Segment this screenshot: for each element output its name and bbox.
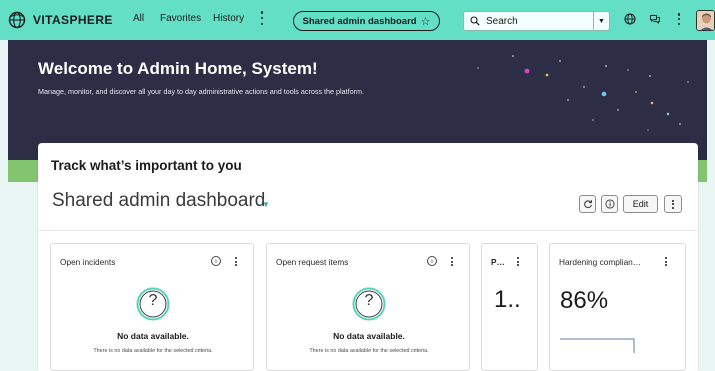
widget-truncated[interactable]: P… 1.. [481,243,538,371]
globe-leaf-logo-icon [8,11,26,29]
section-heading: Track what’s important to you [51,158,242,173]
search-icon [470,16,480,26]
widget-title: Open request items [276,257,349,267]
more-icon[interactable] [676,13,682,25]
nav-favorites[interactable]: Favorites [160,13,201,24]
top-nav: VITASPHERE All Favorites History Shared … [0,0,715,40]
info-icon [604,199,615,209]
question-mark-glyph: ? [364,292,374,309]
welcome-banner: Welcome to Admin Home, System! Manage, m… [8,40,707,160]
refresh-button[interactable] [579,195,596,213]
info-icon[interactable]: i [427,256,437,266]
info-icon[interactable]: i [211,256,221,266]
avatar[interactable] [696,10,715,31]
nav-history[interactable]: History [213,13,244,24]
refresh-icon [583,200,592,209]
dashboard-selector[interactable]: Shared admin dashboard [52,190,265,212]
divider [38,230,698,231]
widget-hardening-compliance[interactable]: Hardening complian… 86% [549,243,686,371]
widget-value: 86% [560,287,609,314]
avatar-image-icon [697,11,714,30]
widget-value: 1.. [494,286,521,313]
sparkline-trend-icon [560,338,635,353]
star-icon[interactable]: ☆ [421,15,431,28]
chat-icon[interactable] [649,13,661,25]
widget-title: Open incidents [60,257,116,267]
nav-all[interactable]: All [133,13,144,24]
dashboard-more-button[interactable] [664,195,682,213]
pinned-dashboard-tab[interactable]: Shared admin dashboard ☆ [293,11,440,31]
no-data-detail: There is no data available for the selec… [309,348,429,354]
info-button[interactable] [601,195,618,213]
widget-title: P… [491,257,505,267]
brand-name: VITASPHERE [33,13,113,27]
widget-more-icon[interactable] [450,257,454,266]
widget-more-icon[interactable] [234,257,238,266]
pinned-dashboard-label: Shared admin dashboard [302,15,417,27]
nav-more-icon[interactable] [258,11,266,25]
search-input[interactable]: Search [486,16,518,27]
search-field[interactable]: Search ▼ [463,11,610,31]
edit-button[interactable]: Edit [623,195,658,213]
globe-icon[interactable] [624,13,636,25]
no-data-message: No data available. [117,331,189,341]
more-vertical-icon [672,199,675,209]
starfield-decoration-icon [477,55,689,131]
widget-more-icon[interactable] [516,257,520,266]
widget-open-request-items[interactable]: Open request items i ? No data available… [266,243,470,371]
widget-title: Hardening complian… [559,257,642,267]
no-data-detail: There is no data available for the selec… [93,348,213,354]
page-subtitle: Manage, monitor, and discover all your d… [38,87,364,96]
chevron-down-icon[interactable]: ▼ [262,200,270,209]
widget-open-incidents[interactable]: Open incidents i ? No data available. Th… [50,243,254,371]
dashboard-card: Track what’s important to you Shared adm… [38,143,698,371]
question-mark-glyph: ? [148,292,158,309]
widget-more-icon[interactable] [664,257,668,266]
page-title: Welcome to Admin Home, System! [38,59,318,78]
brand-logo[interactable]: VITASPHERE [8,10,113,30]
no-data-message: No data available. [333,331,405,341]
search-scope-chevron-icon[interactable]: ▼ [593,12,609,30]
